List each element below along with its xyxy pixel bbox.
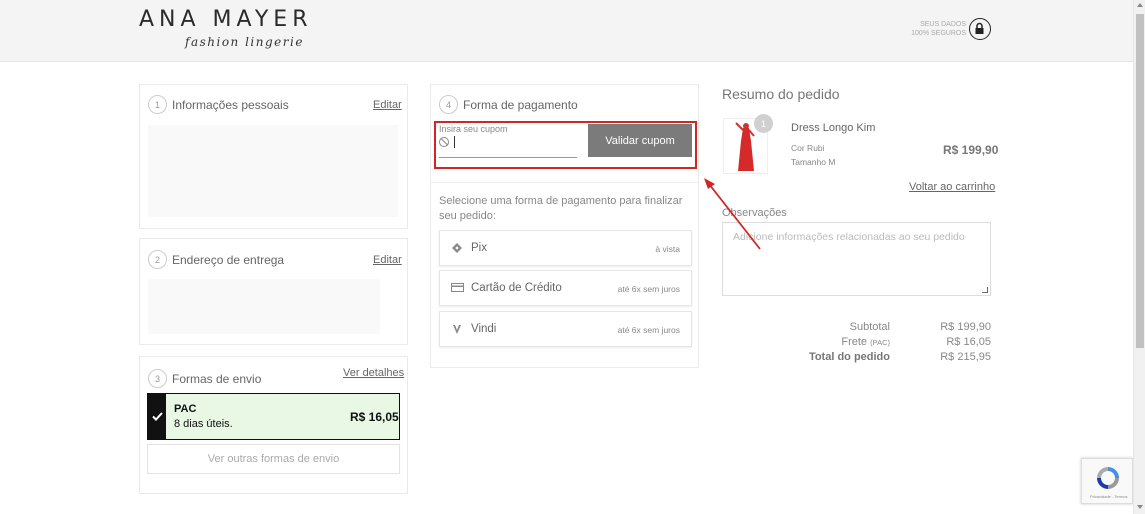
subtotal-label: Subtotal bbox=[849, 321, 890, 333]
shipping-cost-label: Frete (PAC) bbox=[800, 336, 890, 348]
personal-info-panel: 1 Informações pessoais Editar bbox=[139, 84, 408, 229]
shipping-option-name: PAC bbox=[174, 403, 197, 415]
secure-line-2: 100% SEGUROS bbox=[911, 30, 966, 37]
coupon-input[interactable] bbox=[453, 135, 577, 151]
shipping-option-price: R$ 16,05 bbox=[350, 410, 399, 424]
product-color: Cor Rubi bbox=[791, 143, 825, 153]
payment-title: Forma de pagamento bbox=[463, 97, 578, 112]
payment-option-name: Pix bbox=[471, 242, 487, 254]
payment-option-name: Vindi bbox=[471, 323, 497, 335]
page-scrollbar[interactable] bbox=[1133, 0, 1145, 514]
payment-divider bbox=[431, 182, 698, 183]
recaptcha-badge[interactable]: Privacidade - Termos bbox=[1081, 458, 1133, 504]
order-summary-title: Resumo do pedido bbox=[722, 86, 840, 102]
personal-info-content bbox=[148, 125, 398, 217]
edit-personal-link[interactable]: Editar bbox=[373, 99, 402, 111]
payment-option-terms: até 6x sem juros bbox=[617, 325, 680, 335]
logo-tagline: fashion lingerie bbox=[185, 35, 304, 49]
step-number: 4 bbox=[439, 95, 458, 114]
coupon-icon bbox=[439, 137, 449, 147]
scroll-down-icon[interactable] bbox=[1137, 505, 1143, 509]
coupon-highlight-box: Insira seu cupom Validar cupom bbox=[434, 121, 697, 169]
personal-info-heading: 1 Informações pessoais bbox=[148, 95, 289, 114]
payment-option-credit-card[interactable]: Cartão de Crédito até 6x sem juros bbox=[439, 270, 692, 306]
resize-handle-icon[interactable] bbox=[982, 287, 988, 293]
recaptcha-icon bbox=[1097, 467, 1119, 489]
delivery-title: Endereço de entrega bbox=[172, 252, 285, 267]
shipping-option-pac[interactable]: PAC 8 dias úteis. R$ 16,05 bbox=[147, 393, 400, 440]
payment-option-name: Cartão de Crédito bbox=[471, 282, 562, 294]
step-number: 2 bbox=[148, 250, 167, 269]
scrollbar-thumb[interactable] bbox=[1136, 14, 1144, 348]
payment-option-terms: até 6x sem juros bbox=[617, 284, 680, 294]
back-to-cart-link[interactable]: Voltar ao carrinho bbox=[909, 181, 995, 193]
text-caret bbox=[454, 136, 455, 148]
lock-icon bbox=[969, 18, 991, 40]
check-icon bbox=[148, 394, 166, 439]
step-number: 3 bbox=[148, 369, 167, 388]
subtotal-value: R$ 199,90 bbox=[940, 321, 991, 333]
payment-instruction: Selecione uma forma de pagamento para fi… bbox=[439, 195, 683, 222]
shipping-cost-label-text: Frete bbox=[841, 336, 868, 348]
credit-card-icon bbox=[451, 283, 464, 292]
recaptcha-links[interactable]: Privacidade - Termos bbox=[1090, 494, 1128, 499]
payment-option-vindi[interactable]: Vindi até 6x sem juros bbox=[439, 311, 692, 347]
shipping-cost-method: (PAC) bbox=[870, 338, 890, 347]
validate-coupon-button[interactable]: Validar cupom bbox=[588, 124, 692, 157]
quantity-badge: 1 bbox=[754, 114, 773, 133]
coupon-label: Insira seu cupom bbox=[439, 124, 508, 134]
logo-wordmark[interactable]: ANA MAYER bbox=[139, 7, 313, 32]
payment-option-terms: à vista bbox=[655, 244, 680, 254]
delivery-address-panel: 2 Endereço de entrega Editar bbox=[139, 238, 408, 345]
product-name[interactable]: Dress Longo Kim bbox=[791, 122, 875, 134]
page-header: ANA MAYER fashion lingerie SEUS DADOS 10… bbox=[0, 0, 1133, 62]
pix-icon bbox=[452, 243, 462, 253]
coupon-underline bbox=[439, 157, 577, 158]
delivery-address-content bbox=[148, 279, 380, 334]
total-value: R$ 215,95 bbox=[940, 351, 991, 363]
annotation-arrow-icon bbox=[704, 178, 761, 250]
shipping-option-days: 8 dias úteis. bbox=[174, 418, 233, 430]
payment-heading: 4 Forma de pagamento bbox=[439, 95, 578, 114]
personal-info-title: Informações pessoais bbox=[172, 97, 289, 112]
total-label: Total do pedido bbox=[808, 351, 890, 363]
secure-badge-text: SEUS DADOS 100% SEGUROS bbox=[880, 20, 966, 38]
delivery-heading: 2 Endereço de entrega bbox=[148, 250, 284, 269]
secure-line-1: SEUS DADOS bbox=[920, 21, 966, 28]
vindi-icon bbox=[453, 325, 461, 334]
shipping-cost-value: R$ 16,05 bbox=[946, 336, 991, 348]
shipping-heading: 3 Formas de envio bbox=[148, 369, 261, 388]
shipping-details-link[interactable]: Ver detalhes bbox=[343, 367, 404, 379]
scroll-up-icon[interactable] bbox=[1137, 3, 1143, 7]
other-shipping-button[interactable]: Ver outras formas de envio bbox=[147, 444, 400, 474]
product-size: Tamanho M bbox=[791, 157, 836, 167]
step-number: 1 bbox=[148, 95, 167, 114]
product-price: R$ 199,90 bbox=[943, 143, 999, 157]
shipping-title: Formas de envio bbox=[172, 371, 262, 386]
payment-option-pix[interactable]: Pix à vista bbox=[439, 230, 692, 266]
edit-address-link[interactable]: Editar bbox=[373, 254, 402, 266]
